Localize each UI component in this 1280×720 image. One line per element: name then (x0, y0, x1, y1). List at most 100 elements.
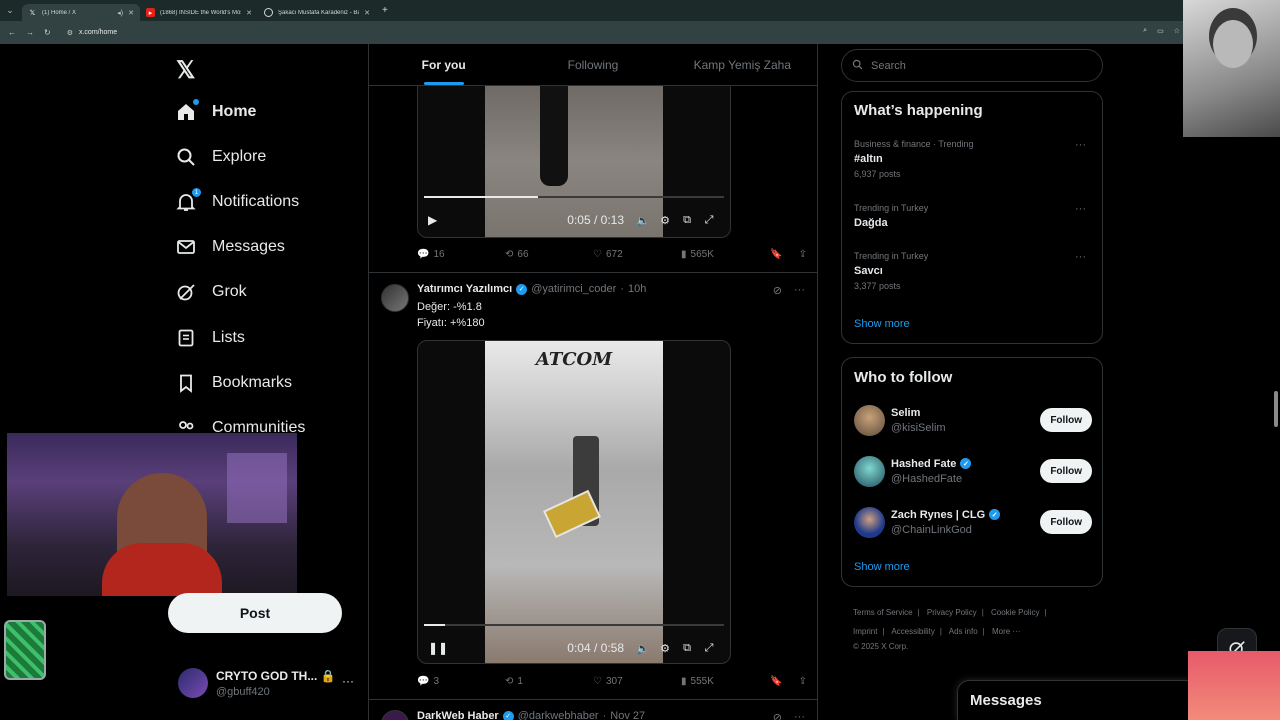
more-icon[interactable]: ··· (1075, 203, 1086, 215)
video-player[interactable]: ▶ 0:05 / 0:13 🔈 ⚙ ⧉ ⤢ (417, 86, 731, 238)
forward-icon[interactable]: → (26, 28, 34, 37)
footer-link[interactable]: Cookie Policy (991, 608, 1039, 617)
tweet-author[interactable]: Yatırımcı Yazılımcı (417, 283, 512, 295)
nav-label: Grok (212, 283, 247, 300)
views-button[interactable]: ▮ 565K (681, 249, 769, 260)
scrollbar-thumb[interactable] (1274, 391, 1278, 427)
footer-link[interactable]: More ··· (992, 627, 1020, 636)
nav-notifications[interactable]: 1 Notifications (176, 188, 299, 212)
like-button[interactable]: ♡ 307 (593, 676, 681, 687)
settings-icon[interactable]: ⚙ (654, 214, 676, 227)
bookmark-icon[interactable]: 🔖 (770, 249, 782, 260)
close-tab-icon[interactable]: ✕ (246, 9, 252, 17)
follow-suggestion[interactable]: Selim @kisiSelim Follow (854, 403, 1092, 437)
pip-icon[interactable]: ⧉ (676, 642, 698, 655)
post-button[interactable]: Post (168, 593, 342, 633)
more-icon[interactable]: ··· (794, 711, 805, 720)
follow-suggestion[interactable]: Hashed Fate ✓ @HashedFate Follow (854, 454, 1092, 488)
more-icon[interactable]: ··· (1075, 251, 1086, 263)
browser-tab[interactable]: ▸ (1868) INSIDE the World's Most ✕ (140, 4, 258, 21)
tab-following[interactable]: Following (518, 44, 667, 85)
tweet-actions: 💬 16 ⟲ 66 ♡ 672 ▮ 565K 🔖 ⇪ (417, 249, 807, 260)
nav-messages[interactable]: Messages (176, 237, 285, 257)
footer-link[interactable]: Accessibility (891, 627, 935, 636)
site-info-icon[interactable]: ⚙ (67, 29, 73, 37)
action-tools: 🔖 ⇪ (770, 676, 807, 687)
tab-for-you[interactable]: For you (369, 44, 518, 85)
tweet-age[interactable]: Nov 27 (610, 710, 645, 720)
tweet-age[interactable]: 10h (628, 283, 646, 295)
footer-link[interactable]: Privacy Policy (927, 608, 977, 617)
tweet-handle[interactable]: @darkwebhaber (518, 710, 599, 720)
footer-link[interactable]: Imprint (853, 627, 877, 636)
more-icon[interactable]: ··· (794, 284, 805, 297)
views-button[interactable]: ▮ 555K (681, 676, 769, 687)
messages-drawer[interactable]: Messages (957, 680, 1197, 720)
browser-tab[interactable]: 𝕏 (1) Home / X ◂) ✕ (22, 4, 140, 21)
url-field[interactable]: ⚙ x.com/home (61, 24, 1191, 41)
chart-icon: ▮ (681, 676, 687, 687)
grok-icon[interactable]: ⊘ (773, 711, 782, 720)
tab-kamp-yemis-zaha[interactable]: Kamp Yemiş Zaha (668, 44, 817, 85)
follow-suggestion[interactable]: Zach Rynes | CLG ✓ @ChainLinkGod Follow (854, 505, 1092, 539)
repost-button[interactable]: ⟲ 1 (505, 676, 593, 687)
separator-dot: · (620, 283, 624, 295)
share-icon[interactable]: ⇪ (799, 249, 807, 260)
fullscreen-icon[interactable]: ⤢ (698, 214, 720, 227)
star-icon[interactable]: ☆ (1174, 27, 1180, 35)
repost-button[interactable]: ⟲ 66 (505, 249, 593, 260)
grok-icon[interactable]: ⊘ (773, 284, 782, 297)
reply-button[interactable]: 💬 3 (417, 676, 505, 687)
footer-link[interactable]: Terms of Service (853, 608, 913, 617)
follow-button[interactable]: Follow (1040, 459, 1092, 483)
account-switcher[interactable]: CRYTO GOD TH... 🔒 @gbuff420 ··· (178, 668, 354, 698)
avatar[interactable] (381, 710, 409, 720)
tweet-author[interactable]: DarkWeb Haber (417, 710, 499, 720)
more-icon[interactable]: ··· (1075, 139, 1086, 151)
pip-icon[interactable]: ⧉ (676, 214, 698, 227)
show-more-link[interactable]: Show more (854, 318, 910, 330)
video-progress[interactable] (424, 196, 724, 198)
trend-item[interactable]: Trending in Turkey Savcı 3,377 posts ··· (854, 251, 1094, 291)
nav-explore[interactable]: Explore (176, 147, 266, 167)
pause-icon[interactable]: ❚❚ (428, 641, 448, 655)
close-tab-icon[interactable]: ✕ (364, 9, 370, 17)
video-progress[interactable] (424, 624, 724, 626)
nav-grok[interactable]: Grok (176, 282, 247, 302)
nav-bookmarks[interactable]: Bookmarks (176, 373, 292, 393)
cast-icon[interactable]: ▭ (1157, 27, 1164, 35)
share-icon[interactable]: ⇪ (799, 676, 807, 687)
browser-tab[interactable]: Şakacı Mustafa Karadeniz - Bal ✕ (258, 4, 376, 21)
footer-link[interactable]: Ads info (949, 627, 978, 636)
play-icon[interactable]: ▶ (428, 213, 446, 227)
show-more-link[interactable]: Show more (854, 561, 910, 573)
search-input[interactable] (871, 59, 1071, 72)
tweet-tools: ⊘ ··· (773, 284, 805, 297)
reply-button[interactable]: 💬 16 (417, 249, 505, 260)
new-tab-icon[interactable]: + (382, 5, 388, 16)
volume-icon[interactable]: 🔈 (632, 214, 654, 227)
tweet-handle[interactable]: @yatirimci_coder (531, 283, 616, 295)
reload-icon[interactable]: ↻ (44, 28, 51, 37)
follow-button[interactable]: Follow (1040, 510, 1092, 534)
video-player[interactable]: ATCOM ❚❚ 0:04 / 0:58 🔈 ⚙ ⧉ ⤢ (417, 340, 731, 664)
like-button[interactable]: ♡ 672 (593, 249, 681, 260)
x-logo-icon[interactable]: 𝕏 (176, 56, 195, 85)
tab-search-icon[interactable]: ⌄ (4, 5, 16, 17)
search-box[interactable] (841, 49, 1103, 82)
volume-icon[interactable]: 🔈 (632, 642, 654, 655)
nav-lists[interactable]: Lists (176, 328, 245, 348)
follow-button[interactable]: Follow (1040, 408, 1092, 432)
bookmark-icon[interactable]: 🔖 (770, 676, 782, 687)
close-tab-icon[interactable]: ✕ (128, 9, 134, 17)
trend-item[interactable]: Trending in Turkey Dağda ··· (854, 203, 1094, 229)
avatar[interactable] (381, 284, 409, 312)
more-icon[interactable]: ··· (342, 674, 354, 688)
trend-item[interactable]: Business & finance · Trending #altın 6,9… (854, 139, 1094, 179)
fullscreen-icon[interactable]: ⤢ (698, 642, 720, 655)
speaker-icon[interactable]: ◂) (117, 9, 123, 17)
back-icon[interactable]: ← (8, 28, 16, 37)
zoom-icon[interactable]: ⌕ (1143, 27, 1147, 35)
nav-home[interactable]: Home (176, 99, 256, 122)
settings-icon[interactable]: ⚙ (654, 642, 676, 655)
